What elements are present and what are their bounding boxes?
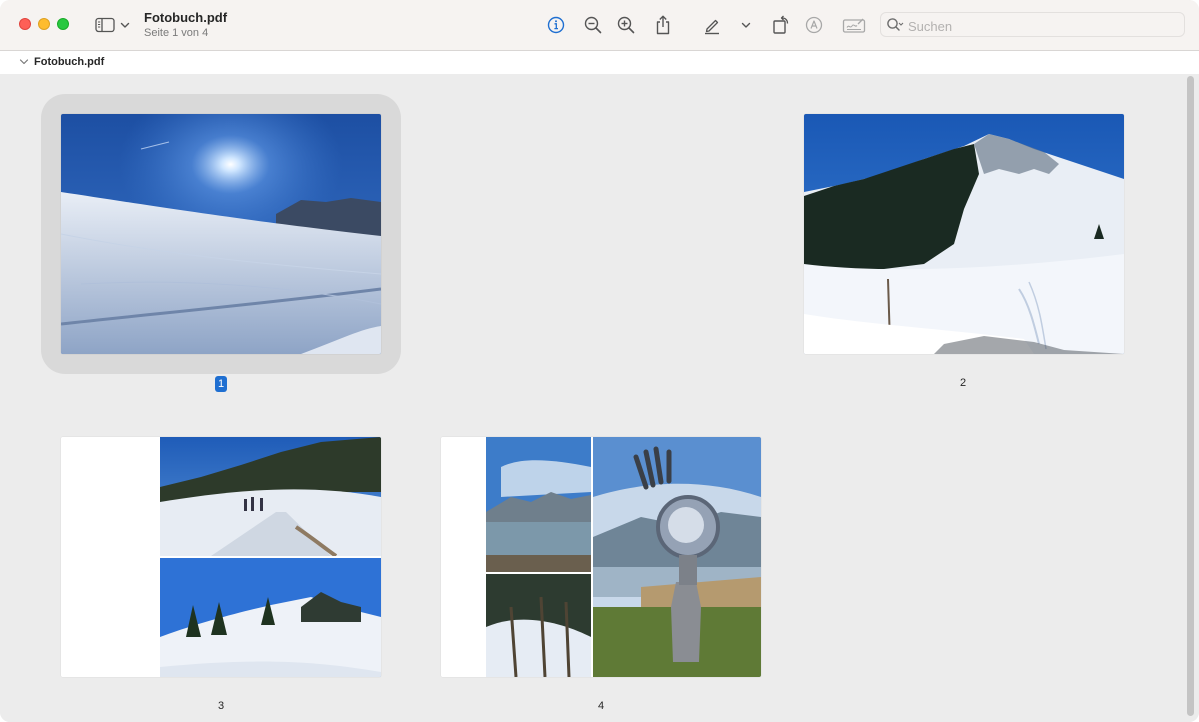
page-grid: 1 2 3 4 xyxy=(0,74,1199,722)
search-input[interactable] xyxy=(906,16,1180,36)
highlight-options-button[interactable] xyxy=(735,12,757,38)
maximize-window-button[interactable] xyxy=(57,18,69,30)
share-button[interactable] xyxy=(650,12,676,38)
info-button[interactable] xyxy=(543,12,569,38)
page-number-4: 4 xyxy=(597,700,605,712)
document-path-bar: Fotobuch.pdf xyxy=(0,51,1199,74)
sidebar-options-button[interactable] xyxy=(114,12,136,38)
highlight-button[interactable] xyxy=(699,12,725,38)
zoom-out-button[interactable] xyxy=(580,12,606,38)
preview-window: Fotobuch.pdf Seite 1 von 4 Suchen Fotobu… xyxy=(0,0,1199,722)
page-number-1: 1 xyxy=(215,376,227,392)
page-thumbnail-4[interactable] xyxy=(441,437,761,677)
snowy-slope-sun-photo xyxy=(61,114,381,354)
document-title: Fotobuch.pdf xyxy=(144,10,228,25)
rotate-icon xyxy=(773,15,789,34)
toolbar: Fotobuch.pdf Seite 1 von 4 xyxy=(0,0,1199,51)
share-icon xyxy=(656,15,670,35)
rotate-button[interactable] xyxy=(768,12,794,38)
disclosure-chevron-icon[interactable] xyxy=(19,58,29,66)
sidebar-icon xyxy=(95,17,115,33)
mountain-forest-snow-photo xyxy=(804,114,1124,354)
lake-sculpture-collage xyxy=(441,437,761,677)
page-thumbnail-3[interactable] xyxy=(61,437,381,677)
page-thumbnail-1[interactable] xyxy=(61,114,381,354)
chevron-down-icon xyxy=(741,22,751,28)
document-filename: Fotobuch.pdf xyxy=(34,56,105,68)
page-number-3: 3 xyxy=(217,700,225,712)
page-thumbnail-2[interactable] xyxy=(804,114,1124,354)
minimize-window-button[interactable] xyxy=(38,18,50,30)
info-icon xyxy=(547,16,565,34)
winter-path-collage xyxy=(61,437,381,677)
zoom-in-button[interactable] xyxy=(613,12,639,38)
close-window-button[interactable] xyxy=(19,18,31,30)
search-field[interactable] xyxy=(880,12,1185,37)
signature-icon xyxy=(842,18,866,33)
signature-button[interactable] xyxy=(840,12,868,38)
highlight-pen-icon xyxy=(705,19,719,35)
markup-icon xyxy=(805,16,823,34)
search-icon xyxy=(887,18,904,31)
chevron-down-icon xyxy=(120,22,130,28)
zoom-out-icon xyxy=(584,16,602,34)
markup-button[interactable] xyxy=(801,12,827,38)
zoom-in-icon xyxy=(617,16,635,34)
page-number-2: 2 xyxy=(959,377,967,389)
document-subtitle: Seite 1 von 4 xyxy=(144,27,209,39)
vertical-scrollbar[interactable] xyxy=(1187,76,1194,716)
